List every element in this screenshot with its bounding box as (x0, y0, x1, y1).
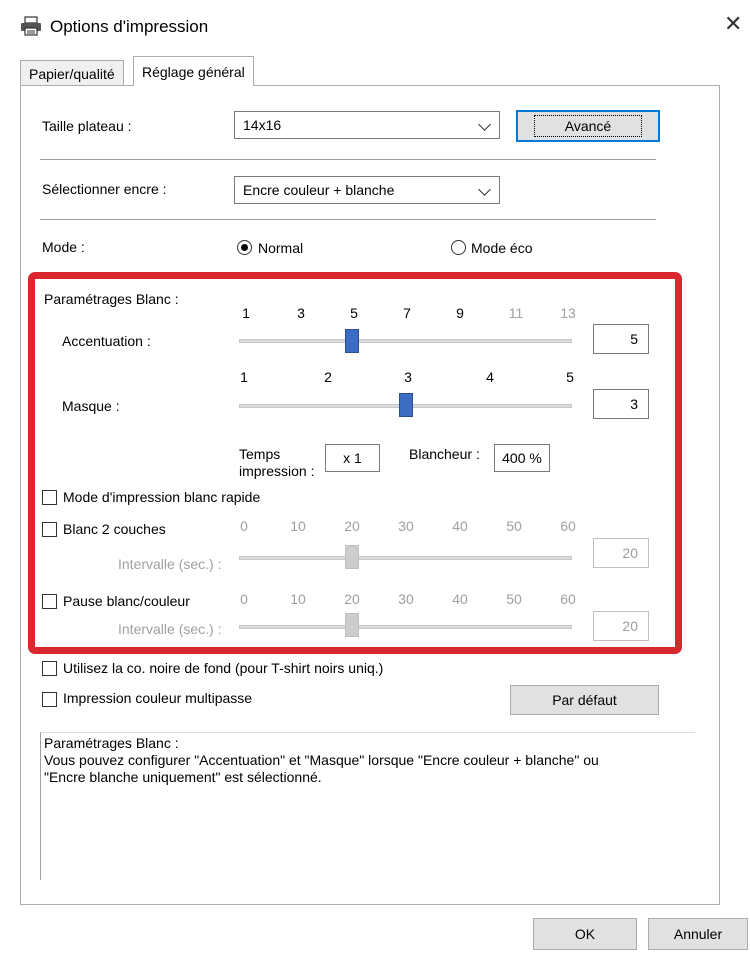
couches-slider-track[interactable] (239, 556, 572, 560)
couches-tick: 20 (344, 518, 360, 534)
par-defaut-button[interactable]: Par défaut (510, 685, 659, 715)
blanc-rapide-checkbox[interactable] (42, 490, 57, 505)
noire-fond-label: Utilisez la co. noire de fond (pour T-sh… (63, 660, 384, 676)
noire-fond-checkbox[interactable] (42, 661, 57, 676)
mode-normal-radio[interactable] (237, 240, 252, 255)
pause-tick: 0 (240, 591, 248, 607)
encre-label: Sélectionner encre : (42, 181, 167, 197)
couches-slider-thumb[interactable] (345, 545, 359, 569)
accentuation-label: Accentuation : (62, 333, 151, 349)
pause-label: Pause blanc/couleur (63, 593, 190, 609)
window-title: Options d'impression (50, 17, 209, 36)
blancheur-field[interactable]: 400 % (494, 444, 550, 472)
accent-tick: 5 (350, 305, 358, 321)
accentuation-slider-thumb[interactable] (345, 329, 359, 353)
cancel-button[interactable]: Annuler (648, 918, 748, 950)
accent-tick: 3 (297, 305, 305, 321)
pause-interval-value[interactable]: 20 (593, 611, 649, 641)
pause-tick: 50 (506, 591, 522, 607)
pause-tick: 40 (452, 591, 468, 607)
avance-button[interactable]: Avancé (516, 110, 660, 142)
multipasse-label: Impression couleur multipasse (63, 690, 253, 706)
blanc-2-couches-label: Blanc 2 couches (63, 521, 166, 537)
pause-slider-track[interactable] (239, 625, 572, 629)
blanc-rapide-label: Mode d'impression blanc rapide (63, 489, 261, 505)
accentuation-value[interactable]: 5 (593, 324, 649, 354)
couches-tick: 10 (290, 518, 306, 534)
masque-tick: 1 (240, 369, 248, 385)
mode-label: Mode : (42, 239, 85, 255)
info-line-2: "Encre blanche uniquement" est sélection… (44, 769, 322, 785)
couches-tick: 30 (398, 518, 414, 534)
pause-slider-thumb[interactable] (345, 613, 359, 637)
printer-icon (21, 16, 41, 36)
masque-tick: 2 (324, 369, 332, 385)
pause-interval-label: Intervalle (sec.) : (118, 621, 222, 637)
couches-tick: 40 (452, 518, 468, 534)
tab-reglage-general[interactable]: Réglage général (133, 56, 254, 86)
masque-tick: 3 (404, 369, 412, 385)
pause-tick: 30 (398, 591, 414, 607)
accent-tick: 13 (560, 305, 576, 321)
chevron-down-icon (478, 183, 491, 196)
info-line-1: Vous pouvez configurer "Accentuation" et… (44, 752, 599, 768)
couches-interval-value[interactable]: 20 (593, 538, 649, 568)
accent-tick: 1 (242, 305, 250, 321)
encre-value: Encre couleur + blanche (243, 182, 395, 198)
close-icon[interactable]: ✕ (724, 12, 742, 36)
blancheur-label: Blancheur : (409, 446, 480, 462)
avance-button-label: Avancé (533, 115, 643, 137)
masque-value[interactable]: 3 (593, 389, 649, 419)
mode-eco-label: Mode éco (471, 240, 533, 256)
pause-tick: 60 (560, 591, 576, 607)
ok-button[interactable]: OK (533, 918, 637, 950)
masque-slider-thumb[interactable] (399, 393, 413, 417)
blanc-section-title: Paramétrages Blanc : (44, 291, 179, 307)
blanc-2-couches-checkbox[interactable] (42, 522, 57, 537)
separator (40, 219, 656, 220)
couches-tick: 50 (506, 518, 522, 534)
masque-tick: 4 (486, 369, 494, 385)
info-title: Paramétrages Blanc : (44, 735, 179, 751)
couches-interval-label: Intervalle (sec.) : (118, 556, 222, 572)
pause-checkbox[interactable] (42, 594, 57, 609)
accent-tick: 9 (456, 305, 464, 321)
info-text-area: Paramétrages Blanc : Vous pouvez configu… (40, 732, 695, 880)
tab-papier-qualite[interactable]: Papier/qualité (20, 60, 124, 86)
accent-tick: 7 (403, 305, 411, 321)
multipasse-checkbox[interactable] (42, 692, 57, 707)
separator (40, 159, 656, 160)
pause-tick: 20 (344, 591, 360, 607)
temps-impression-label-2: impression : (239, 463, 315, 479)
taille-plateau-value: 14x16 (243, 117, 282, 133)
temps-impression-label-1: Temps (239, 446, 281, 462)
taille-plateau-select[interactable]: 14x16 (234, 111, 500, 139)
temps-impression-field[interactable]: x 1 (325, 444, 380, 472)
couches-tick: 0 (240, 518, 248, 534)
pause-tick: 10 (290, 591, 306, 607)
couches-tick: 60 (560, 518, 576, 534)
chevron-down-icon (478, 118, 491, 131)
accentuation-slider-track[interactable] (239, 339, 572, 343)
title-bar: Options d'impression ✕ (0, 0, 750, 54)
mode-eco-radio[interactable] (451, 240, 466, 255)
encre-select[interactable]: Encre couleur + blanche (234, 176, 500, 204)
taille-plateau-label: Taille plateau : (42, 118, 132, 134)
masque-tick: 5 (566, 369, 574, 385)
accent-tick: 11 (508, 305, 524, 321)
mode-normal-label: Normal (258, 240, 304, 256)
masque-label: Masque : (62, 398, 120, 414)
